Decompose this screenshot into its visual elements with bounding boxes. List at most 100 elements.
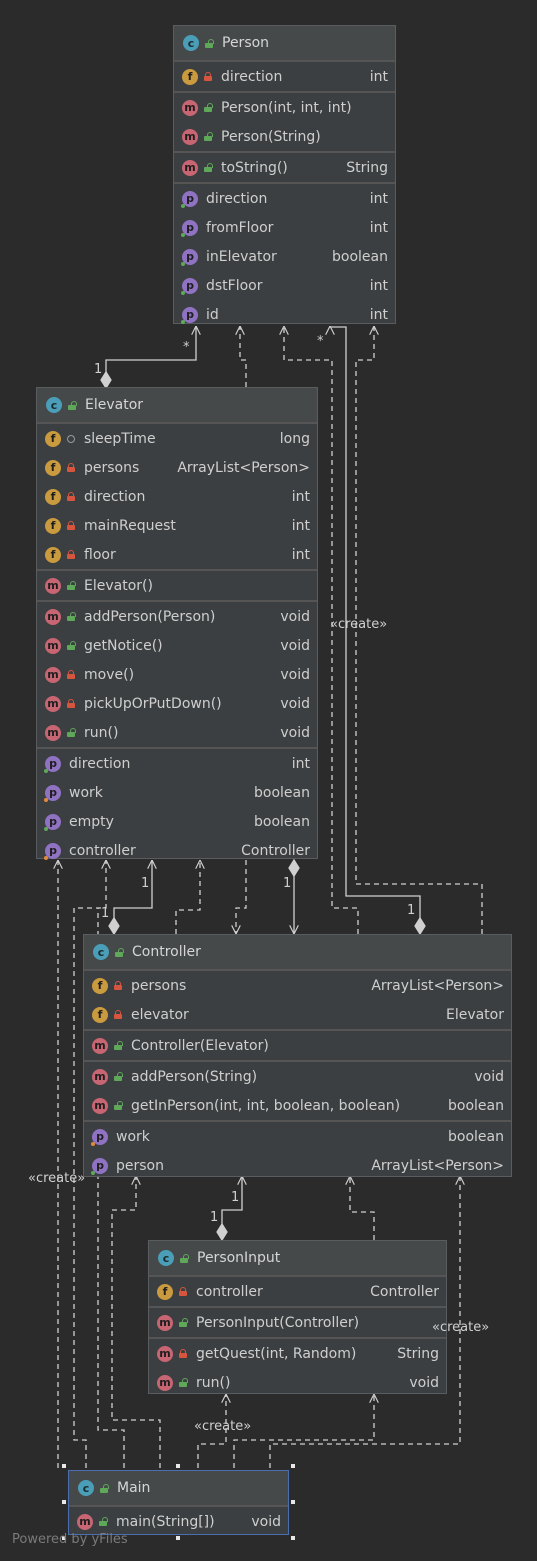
private-lock-icon <box>65 463 76 472</box>
edge-main-personinput-2 <box>233 1394 374 1468</box>
method-row[interactable]: m getNotice() void <box>37 631 317 660</box>
property-icon: p <box>181 190 198 208</box>
field-icon: f <box>92 977 108 994</box>
class-name: Person <box>222 35 270 51</box>
create-label: «create» <box>194 1419 252 1434</box>
class-main[interactable]: c Main m main(String[]) void <box>68 1470 289 1535</box>
method-icon: m <box>45 724 61 741</box>
create-label: «create» <box>432 1320 490 1335</box>
method-row[interactable]: m toString() String <box>174 153 395 182</box>
property-row[interactable]: p direction int <box>174 184 395 213</box>
member-type: int <box>291 488 310 505</box>
constructors-section: m Elevator() <box>37 571 317 602</box>
class-header[interactable]: c Person <box>174 26 395 62</box>
member-name: direction <box>84 488 146 505</box>
property-row[interactable]: p direction int <box>37 749 317 778</box>
field-icon: f <box>182 68 198 85</box>
multiplicity-label: 1 <box>101 906 110 921</box>
selection-handle[interactable] <box>291 1464 295 1468</box>
class-header[interactable]: c Controller <box>84 935 511 971</box>
field-row[interactable]: f persons ArrayList<Person> <box>37 453 317 482</box>
field-row[interactable]: f controller Controller <box>149 1277 446 1306</box>
class-header[interactable]: c Main <box>69 1471 288 1507</box>
class-name: PersonInput <box>197 1250 281 1266</box>
method-row[interactable]: m Person(String) <box>174 122 395 151</box>
selection-handle[interactable] <box>176 1464 180 1468</box>
method-row[interactable]: m pickUpOrPutDown() void <box>37 689 317 718</box>
member-name: sleepTime <box>84 430 156 447</box>
public-lock-icon <box>98 1483 109 1493</box>
class-elevator[interactable]: c Elevator f sleepTime long f persons ArrayList… <box>36 387 318 860</box>
method-icon: m <box>182 159 198 176</box>
class-controller[interactable]: c Controller f persons ArrayList<Person> f ele… <box>83 934 512 1177</box>
constructors-section: m Controller(Elevator) <box>84 1031 511 1062</box>
private-lock-icon <box>65 670 76 679</box>
member-type: ArrayList<Person> <box>371 1157 504 1174</box>
public-lock-icon <box>65 612 76 621</box>
private-lock-icon <box>112 981 123 990</box>
property-row[interactable]: p inElevator boolean <box>174 242 395 271</box>
multiplicity-label: 1 <box>141 876 150 891</box>
member-type: int <box>291 546 310 563</box>
method-row[interactable]: m getQuest(int, Random) String <box>149 1339 446 1368</box>
member-name: Controller(Elevator) <box>131 1037 269 1054</box>
private-lock-icon <box>177 1287 188 1296</box>
method-icon: m <box>157 1374 173 1391</box>
property-row[interactable]: p person ArrayList<Person> <box>84 1151 511 1180</box>
member-name: direction <box>69 755 131 772</box>
field-row[interactable]: f direction int <box>174 62 395 91</box>
fields-section: f direction int <box>174 62 395 93</box>
member-type: void <box>280 666 310 683</box>
method-icon: m <box>92 1097 108 1114</box>
field-row[interactable]: f elevator Elevator <box>84 1000 511 1029</box>
property-icon: p <box>91 1157 108 1175</box>
class-header[interactable]: c Elevator <box>37 388 317 424</box>
selection-handle[interactable] <box>291 1536 295 1540</box>
method-row[interactable]: m PersonInput(Controller) <box>149 1308 446 1337</box>
private-lock-icon <box>65 550 76 559</box>
field-row[interactable]: f persons ArrayList<Person> <box>84 971 511 1000</box>
public-lock-icon <box>65 581 76 590</box>
method-row[interactable]: m Person(int, int, int) <box>174 93 395 122</box>
member-type: void <box>280 695 310 712</box>
field-row[interactable]: f sleepTime long <box>37 424 317 453</box>
selection-handle[interactable] <box>62 1500 66 1504</box>
method-icon: m <box>182 128 198 145</box>
field-row[interactable]: f mainRequest int <box>37 511 317 540</box>
public-lock-icon <box>177 1318 188 1327</box>
class-person[interactable]: c Person f direction int m Person(int, int, in… <box>173 25 396 324</box>
method-row[interactable]: m Controller(Elevator) <box>84 1031 511 1060</box>
method-row[interactable]: m addPerson(String) void <box>84 1062 511 1091</box>
property-row[interactable]: p empty boolean <box>37 807 317 836</box>
property-row[interactable]: p id int <box>174 300 395 329</box>
property-row[interactable]: p fromFloor int <box>174 213 395 242</box>
public-lock-icon <box>66 400 77 410</box>
fields-section: f persons ArrayList<Person> f elevator Elevat… <box>84 971 511 1031</box>
method-row[interactable]: m addPerson(Person) void <box>37 602 317 631</box>
multiplicity-label: 1 <box>407 903 416 918</box>
member-type: String <box>346 159 388 176</box>
property-row[interactable]: p dstFloor int <box>174 271 395 300</box>
public-lock-icon <box>178 1253 189 1263</box>
method-row[interactable]: m getInPerson(int, int, boolean, boolean)… <box>84 1091 511 1120</box>
member-type: void <box>280 637 310 654</box>
selection-handle[interactable] <box>291 1500 295 1504</box>
property-row[interactable]: p controller Controller <box>37 836 317 865</box>
fields-section: f controller Controller <box>149 1277 446 1308</box>
method-row[interactable]: m Elevator() <box>37 571 317 600</box>
class-header[interactable]: c PersonInput <box>149 1241 446 1277</box>
method-row[interactable]: m run() void <box>37 718 317 747</box>
selection-handle[interactable] <box>176 1536 180 1540</box>
method-row[interactable]: m move() void <box>37 660 317 689</box>
selection-handle[interactable] <box>62 1464 66 1468</box>
field-row[interactable]: f direction int <box>37 482 317 511</box>
class-personinput[interactable]: c PersonInput f controller Controller m Person… <box>148 1240 447 1394</box>
field-row[interactable]: f floor int <box>37 540 317 569</box>
property-row[interactable]: p work boolean <box>84 1122 511 1151</box>
member-type: String <box>397 1345 439 1362</box>
private-lock-icon <box>202 72 213 81</box>
method-icon: m <box>92 1068 108 1085</box>
property-icon: p <box>44 842 61 860</box>
method-row[interactable]: m run() void <box>149 1368 446 1397</box>
property-row[interactable]: p work boolean <box>37 778 317 807</box>
